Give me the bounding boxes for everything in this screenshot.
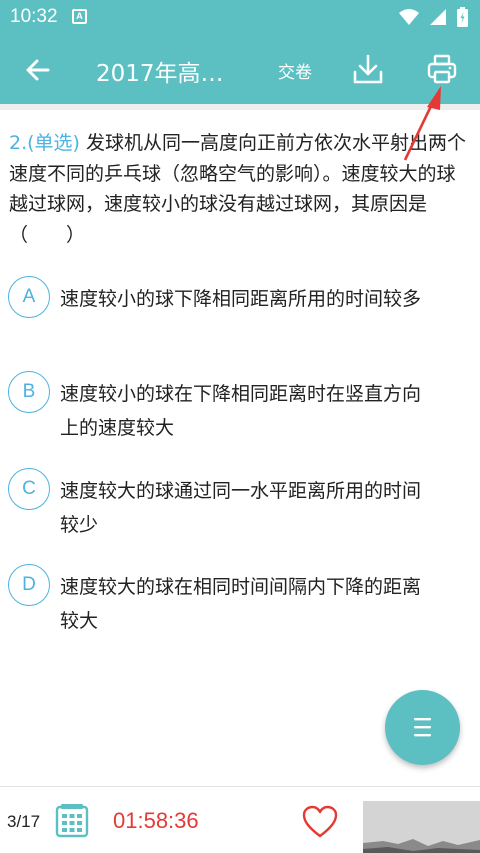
option-a-letter[interactable]: A xyxy=(8,276,50,318)
battery-icon xyxy=(457,7,468,27)
option-d-text: 速度较大的球在相同时间间隔内下降的距离较大 xyxy=(60,576,422,632)
app-bar: 2017年高… 交卷 xyxy=(0,36,480,104)
download-icon[interactable] xyxy=(352,53,384,85)
question-stem: 2.(单选) 发球机从同一高度向正前方依次水平射出两个速度不同的乒乓球（忽略空气… xyxy=(9,128,471,250)
menu-fab[interactable] xyxy=(385,690,460,765)
signal-icon xyxy=(430,9,446,25)
status-bar: 10:32 A xyxy=(0,0,480,36)
menu-icon xyxy=(414,718,431,737)
video-thumbnail[interactable] xyxy=(363,801,480,853)
print-icon[interactable] xyxy=(426,53,458,85)
option-b-text: 速度较小的球在下降相同距离时在竖直方向上的速度较大 xyxy=(60,383,422,439)
option-c-letter[interactable]: C xyxy=(8,468,50,510)
back-arrow-icon[interactable] xyxy=(22,54,54,86)
thumbnail-image xyxy=(363,801,480,853)
question-type-tag: 2.(单选) xyxy=(9,132,80,154)
wifi-icon xyxy=(399,9,419,25)
submit-exam-button[interactable]: 交卷 xyxy=(278,58,312,83)
question-progress: 3/17 xyxy=(7,812,41,831)
option-d-letter[interactable]: D xyxy=(8,564,50,606)
heart-icon[interactable] xyxy=(302,805,338,839)
option-c-text: 速度较大的球通过同一水平距离所用的时间较少 xyxy=(60,480,422,536)
page-title: 2017年高… xyxy=(96,61,224,87)
bottom-bar: 3/17 01:58:36 xyxy=(0,786,480,853)
notification-icon: A xyxy=(72,9,87,24)
countdown-timer: 01:58:36 xyxy=(113,808,199,833)
status-icons xyxy=(399,7,468,27)
status-time: 10:32 xyxy=(10,6,58,27)
divider xyxy=(0,104,480,110)
option-b-letter[interactable]: B xyxy=(8,371,50,413)
option-a-text: 速度较小的球下降相同距离所用的时间较多 xyxy=(60,288,422,310)
grid-icon[interactable] xyxy=(55,804,89,838)
